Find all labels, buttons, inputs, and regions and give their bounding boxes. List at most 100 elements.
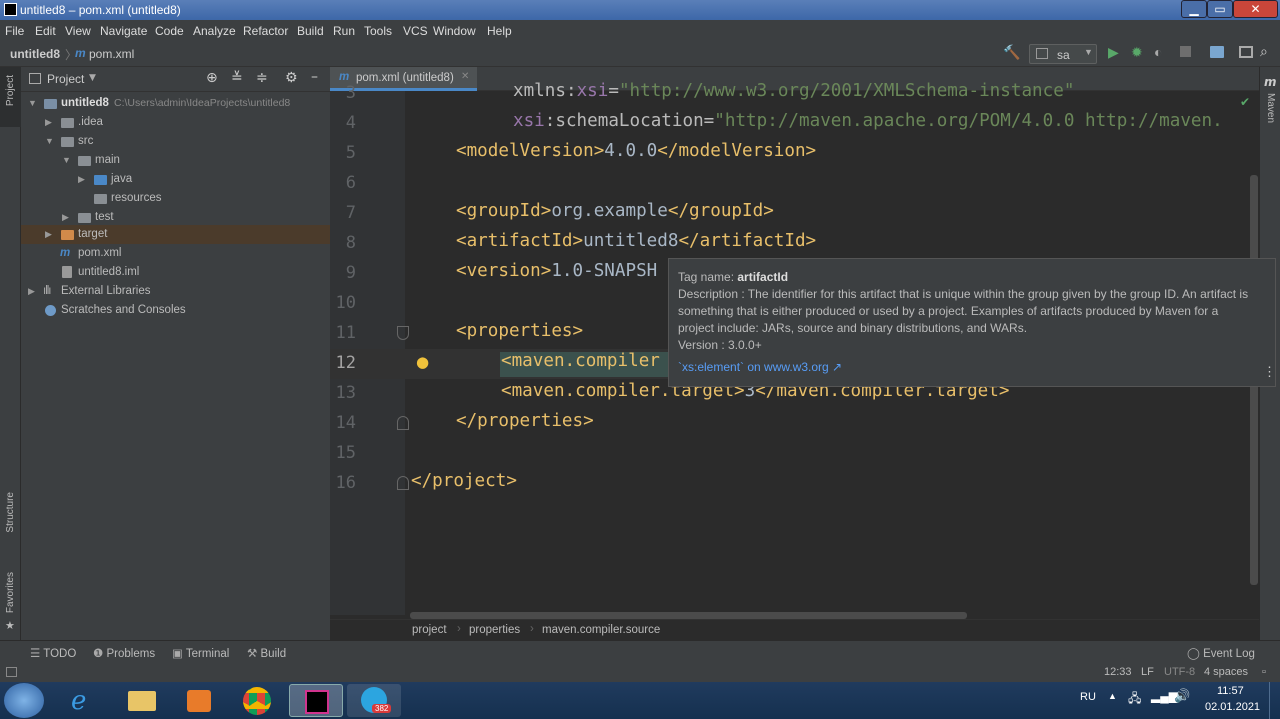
project-structure-icon[interactable]	[1210, 46, 1224, 58]
menu-vcs[interactable]: VCS	[403, 24, 428, 38]
start-button[interactable]	[4, 683, 44, 718]
show-hidden-icons-icon[interactable]: ▲	[1108, 691, 1117, 701]
todo-tool-button[interactable]: ☰ TODO	[30, 646, 76, 660]
chrome-icon[interactable]	[230, 684, 284, 717]
menu-window[interactable]: Window	[433, 24, 476, 38]
toggle-tool-windows-icon[interactable]	[6, 667, 17, 677]
fold-icon[interactable]	[397, 416, 409, 430]
tree-item-src[interactable]: ▼ src	[21, 132, 330, 151]
chevron-down-icon[interactable]: ▼	[62, 151, 71, 170]
presentation-icon[interactable]	[1239, 46, 1253, 58]
build-hammer-icon[interactable]: 🔨	[1003, 44, 1020, 61]
tree-item-resources[interactable]: resources	[21, 189, 330, 208]
event-log-button[interactable]: ◯ Event Log	[1187, 646, 1255, 660]
menu-analyze[interactable]: Analyze	[193, 24, 236, 38]
fold-icon[interactable]	[397, 326, 409, 340]
locate-icon[interactable]: ⊕	[206, 70, 218, 86]
popup-description: Description : The identifier for this ar…	[678, 287, 1249, 335]
nav-project[interactable]: untitled8	[10, 47, 60, 61]
show-desktop-button[interactable]	[1269, 682, 1280, 719]
coverage-icon[interactable]: ◐	[1154, 44, 1162, 60]
chevron-down-icon[interactable]: ▼	[89, 73, 96, 83]
chevron-right-icon[interactable]: ▶	[28, 282, 35, 301]
favorites-tool-tab[interactable]: Favorites	[5, 572, 16, 613]
tree-item-scratches[interactable]: Scratches and Consoles	[21, 301, 330, 320]
minimize-button[interactable]: ▁	[1181, 0, 1207, 18]
gear-icon[interactable]: ⚙	[285, 70, 298, 86]
horizontal-scrollbar[interactable]	[410, 612, 967, 619]
problems-tool-button[interactable]: ❶ Problems	[93, 646, 155, 660]
lock-icon[interactable]: ▫	[1262, 666, 1266, 678]
collapse-all-icon[interactable]: ≑	[256, 70, 268, 86]
project-tool-tab[interactable]: Project	[0, 67, 21, 127]
keyboard-language[interactable]: RU	[1080, 691, 1096, 703]
nav-file[interactable]: pom.xml	[89, 47, 134, 61]
run-icon[interactable]: ▶	[1108, 44, 1119, 61]
intention-bulb-icon[interactable]: ●	[416, 353, 429, 371]
line-separator[interactable]: LF	[1141, 666, 1154, 678]
menu-refactor[interactable]: Refactor	[243, 24, 288, 38]
chevron-right-icon[interactable]: ▶	[78, 170, 85, 189]
file-encoding[interactable]: UTF-8	[1164, 666, 1195, 678]
chevron-down-icon[interactable]: ▼	[45, 132, 54, 151]
stop-icon[interactable]	[1180, 46, 1191, 57]
tree-item-target[interactable]: ▶ target	[21, 225, 330, 244]
line-number: 4	[345, 113, 356, 133]
fold-icon[interactable]	[397, 476, 409, 490]
file-explorer-icon[interactable]	[115, 684, 169, 717]
breadcrumb-project[interactable]: project	[412, 624, 447, 636]
menu-file[interactable]: File	[5, 24, 24, 38]
clock-time[interactable]: 11:57	[1217, 685, 1244, 697]
menu-code[interactable]: Code	[155, 24, 184, 38]
menu-run[interactable]: Run	[333, 24, 355, 38]
maximize-button[interactable]: ▭	[1207, 0, 1233, 18]
tree-item-iml[interactable]: untitled8.iml	[21, 263, 330, 282]
close-button[interactable]: ✕	[1233, 0, 1278, 18]
structure-tool-tab[interactable]: Structure	[5, 492, 16, 533]
hide-panel-icon[interactable]: –	[311, 69, 318, 85]
indent-setting[interactable]: 4 spaces	[1204, 666, 1248, 678]
problems-label: Problems	[106, 648, 156, 660]
chevron-down-icon[interactable]: ▼	[28, 94, 37, 113]
menu-build[interactable]: Build	[297, 24, 324, 38]
menu-navigate[interactable]: Navigate	[100, 24, 147, 38]
breadcrumb-properties[interactable]: properties	[469, 624, 520, 636]
search-icon[interactable]: ⌕	[1260, 43, 1268, 60]
clock-date[interactable]: 02.01.2021	[1205, 701, 1260, 713]
tree-item-external-libraries[interactable]: ▶ ıllı External Libraries	[21, 282, 330, 301]
menu-view[interactable]: View	[65, 24, 91, 38]
media-player-icon[interactable]	[172, 684, 226, 717]
build-tool-button[interactable]: ⚒ Build	[247, 646, 286, 660]
maven-tool-tab[interactable]: Maven	[1265, 93, 1276, 123]
menu-tools[interactable]: Tools	[364, 24, 392, 38]
tree-item-untitled8[interactable]: ▼ untitled8 C:\Users\admin\IdeaProjects\…	[21, 94, 330, 113]
internet-explorer-icon[interactable]: e	[57, 684, 111, 717]
inspection-ok-icon[interactable]: ✔	[1240, 95, 1250, 109]
caret-position[interactable]: 12:33	[1104, 666, 1132, 678]
chevron-right-icon[interactable]: ▶	[45, 225, 52, 244]
debug-icon[interactable]: ✹	[1131, 44, 1143, 61]
close-tab-icon[interactable]: ✕	[461, 71, 469, 82]
tree-item-pom[interactable]: m pom.xml	[21, 244, 330, 263]
code-string: "http://maven.apache.org/POM/4.0.0 http:…	[714, 111, 1223, 131]
network-icon[interactable]: 🖧	[1128, 689, 1141, 710]
volume-icon[interactable]: 🔊	[1174, 688, 1190, 704]
tree-item-main[interactable]: ▼ main	[21, 151, 330, 170]
more-options-icon[interactable]: ⋮	[1263, 363, 1276, 380]
menu-edit[interactable]: Edit	[35, 24, 56, 38]
tree-item-java[interactable]: ▶ java	[21, 170, 330, 189]
chevron-right-icon: ›	[530, 623, 534, 635]
breadcrumb-source[interactable]: maven.compiler.source	[542, 624, 660, 636]
menu-help[interactable]: Help	[487, 24, 512, 38]
terminal-tool-button[interactable]: ▣ Terminal	[172, 646, 229, 660]
tree-label: .idea	[78, 116, 103, 128]
popup-link[interactable]: `xs:element` on www.w3.org ↗	[678, 359, 842, 376]
expand-all-icon[interactable]: ≚	[231, 70, 243, 86]
tree-item-idea[interactable]: ▶ .idea	[21, 113, 330, 132]
run-config-select[interactable]: sa ▼	[1029, 44, 1097, 64]
project-panel-title[interactable]: Project	[47, 72, 84, 86]
star-icon: ★	[5, 619, 15, 632]
chevron-right-icon[interactable]: ▶	[45, 113, 52, 132]
intellij-taskbar-button[interactable]	[289, 684, 343, 717]
telegram-icon[interactable]: 382	[347, 684, 401, 717]
